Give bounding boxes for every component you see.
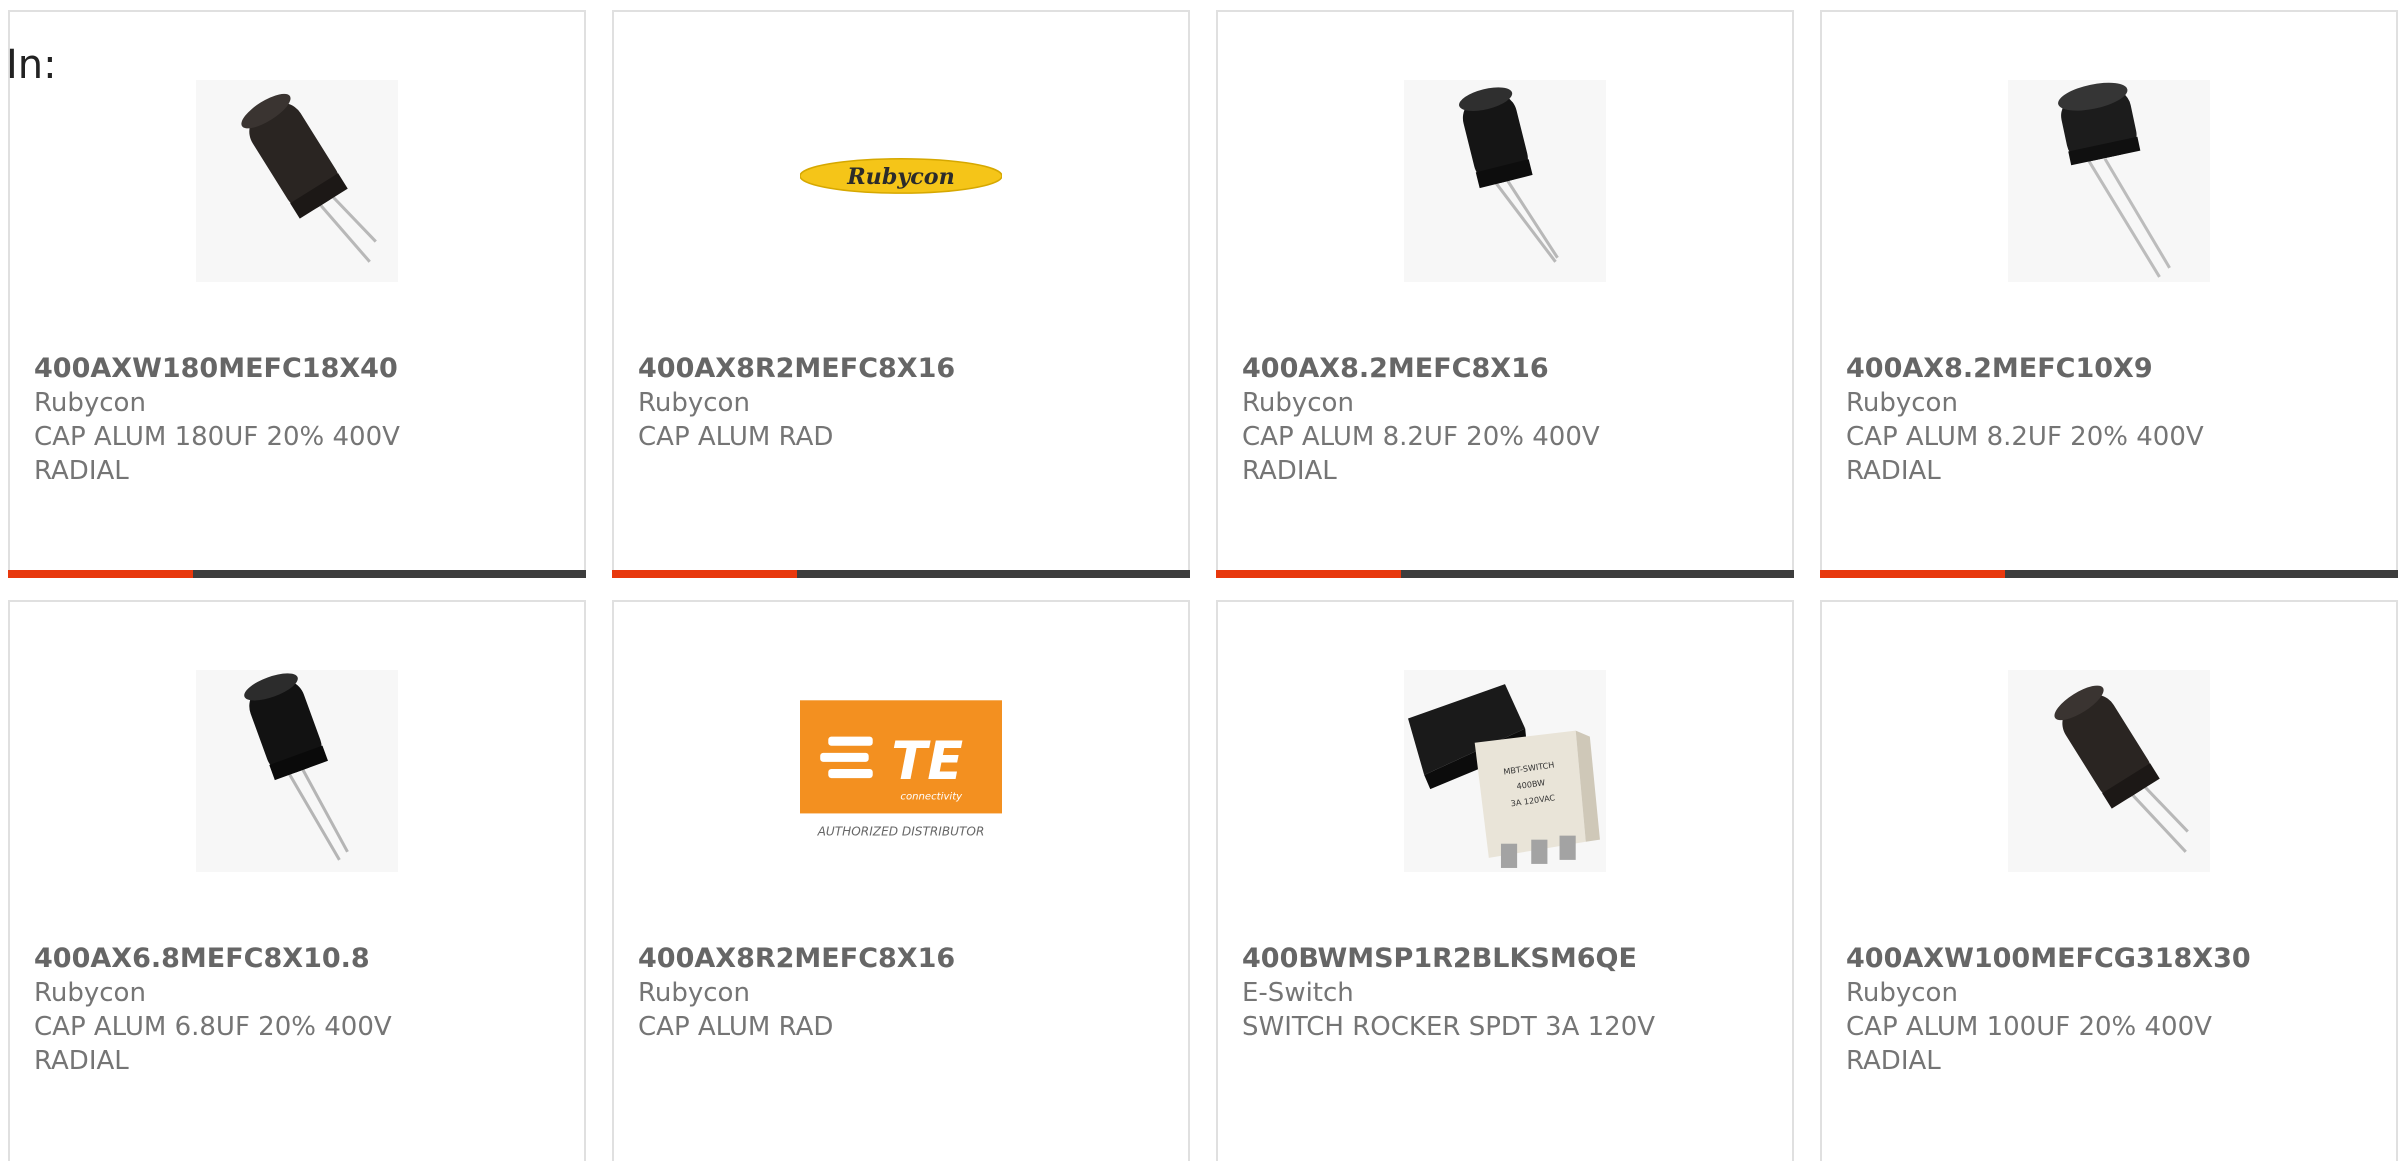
product-description-line-2: RADIAL: [1846, 1046, 1941, 1076]
part-number-link[interactable]: 400BWMSP1R2BLKSM6QE: [1242, 942, 1772, 976]
product-card[interactable]: 400AXW100MEFCG318X30 Rubycon CAP ALUM 10…: [1820, 600, 2398, 1161]
card-accent-bar: [1820, 570, 2005, 578]
product-grid-page: In: 400AXW180MEFC18X40 Rubycon CAP ALUM …: [0, 0, 2400, 1161]
card-accent-bar: [1216, 570, 1401, 578]
product-description-line-2: RADIAL: [34, 456, 129, 486]
card-accent-bar: [612, 570, 797, 578]
product-description: CAP ALUM 100UF 20% 400V: [1846, 1012, 2212, 1042]
capacitor-short-icon: [2008, 80, 2210, 282]
te-logo-caption: AUTHORIZED DISTRIBUTOR: [817, 825, 985, 839]
manufacturer: Rubycon: [34, 978, 146, 1008]
product-info: 400AX6.8MEFC8X10.8 Rubycon CAP ALUM 6.8U…: [34, 942, 564, 1078]
te-connectivity-logo: TE connectivity AUTHORIZED DISTRIBUTOR: [800, 670, 1002, 872]
manufacturer: Rubycon: [638, 978, 750, 1008]
part-number-link[interactable]: 400AX8.2MEFC10X9: [1846, 352, 2376, 386]
product-card[interactable]: MBT-SWITCH 400BW 3A 120VAC 400BWMSP1R2BL…: [1216, 600, 1794, 1161]
product-description: CAP ALUM 8.2UF 20% 400V: [1242, 422, 1600, 452]
product-card[interactable]: 400AX8.2MEFC10X9 Rubycon CAP ALUM 8.2UF …: [1820, 10, 2398, 578]
product-description: CAP ALUM RAD: [638, 422, 834, 452]
product-description-line-2: RADIAL: [1846, 456, 1941, 486]
card-bottom-bar: [8, 570, 586, 578]
card-bottom-bar: [612, 570, 1190, 578]
capacitor-tilted-icon: [196, 80, 398, 282]
product-card[interactable]: 400AXW180MEFC18X40 Rubycon CAP ALUM 180U…: [8, 10, 586, 578]
card-accent-bar: [8, 570, 193, 578]
part-number-link[interactable]: 400AX8.2MEFC8X16: [1242, 352, 1772, 386]
product-info: 400BWMSP1R2BLKSM6QE E-Switch SWITCH ROCK…: [1242, 942, 1772, 1044]
product-info: 400AXW180MEFC18X40 Rubycon CAP ALUM 180U…: [34, 352, 564, 488]
manufacturer: Rubycon: [1846, 388, 1958, 418]
product-info: 400AX8.2MEFC8X16 Rubycon CAP ALUM 8.2UF …: [1242, 352, 1772, 488]
manufacturer: Rubycon: [1242, 388, 1354, 418]
manufacturer: Rubycon: [1846, 978, 1958, 1008]
product-card[interactable]: 400AX8.2MEFC8X16 Rubycon CAP ALUM 8.2UF …: [1216, 10, 1794, 578]
product-description: SWITCH ROCKER SPDT 3A 120V: [1242, 1012, 1656, 1042]
capacitor-tilted-icon: [2008, 670, 2210, 872]
part-number-link[interactable]: 400AX8R2MEFC8X16: [638, 352, 1168, 386]
capacitor-icon: [1404, 80, 1606, 282]
rocker-switch-icon: MBT-SWITCH 400BW 3A 120VAC: [1404, 670, 1606, 872]
product-info: 400AX8.2MEFC10X9 Rubycon CAP ALUM 8.2UF …: [1846, 352, 2376, 488]
product-card[interactable]: 400AX6.8MEFC8X10.8 Rubycon CAP ALUM 6.8U…: [8, 600, 586, 1161]
manufacturer: E-Switch: [1242, 978, 1354, 1008]
product-card[interactable]: Rubycon 400AX8R2MEFC8X16 Rubycon CAP ALU…: [612, 10, 1190, 578]
product-card[interactable]: TE connectivity AUTHORIZED DISTRIBUTOR 4…: [612, 600, 1190, 1161]
product-description: CAP ALUM 6.8UF 20% 400V: [34, 1012, 392, 1042]
part-number-link[interactable]: 400AX6.8MEFC8X10.8: [34, 942, 564, 976]
te-logo-mark: TE: [891, 731, 963, 792]
manufacturer: Rubycon: [638, 388, 750, 418]
card-bottom-bar: [1820, 570, 2398, 578]
part-number-link[interactable]: 400AXW180MEFC18X40: [34, 352, 564, 386]
product-description: CAP ALUM RAD: [638, 1012, 834, 1042]
product-description-line-2: RADIAL: [1242, 456, 1337, 486]
product-info: 400AX8R2MEFC8X16 Rubycon CAP ALUM RAD: [638, 352, 1168, 454]
part-number-link[interactable]: 400AX8R2MEFC8X16: [638, 942, 1168, 976]
capacitor-icon: [196, 670, 398, 872]
rubycon-logo-text: Rubycon: [846, 164, 955, 190]
te-logo-subtitle: connectivity: [900, 791, 963, 802]
rubycon-logo: Rubycon: [800, 80, 1002, 282]
product-info: 400AX8R2MEFC8X16 Rubycon CAP ALUM RAD: [638, 942, 1168, 1044]
product-description-line-2: RADIAL: [34, 1046, 129, 1076]
card-bottom-bar: [1216, 570, 1794, 578]
part-number-link[interactable]: 400AXW100MEFCG318X30: [1846, 942, 2376, 976]
product-info: 400AXW100MEFCG318X30 Rubycon CAP ALUM 10…: [1846, 942, 2376, 1078]
product-description: CAP ALUM 8.2UF 20% 400V: [1846, 422, 2204, 452]
product-description: CAP ALUM 180UF 20% 400V: [34, 422, 400, 452]
in-label: In:: [6, 42, 57, 88]
manufacturer: Rubycon: [34, 388, 146, 418]
